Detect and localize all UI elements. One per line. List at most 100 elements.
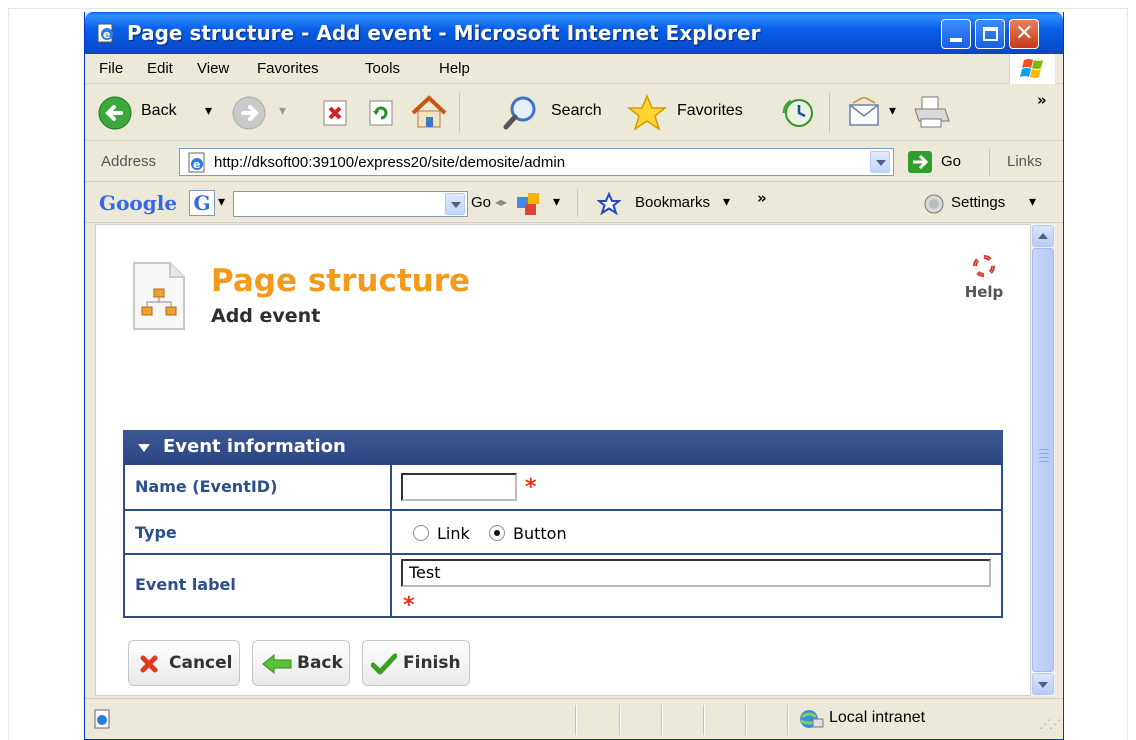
windows-logo-icon bbox=[1009, 54, 1055, 84]
refresh-icon[interactable] bbox=[367, 99, 395, 127]
close-button[interactable]: ✕ bbox=[1009, 19, 1039, 49]
google-go-button[interactable]: Go bbox=[471, 194, 491, 211]
forward-arrow-icon[interactable] bbox=[231, 95, 267, 131]
address-separator bbox=[989, 148, 990, 176]
settings-dropdown-icon[interactable]: ▾ bbox=[1029, 194, 1036, 210]
back-arrow-icon bbox=[262, 653, 292, 675]
favorites-star-icon[interactable] bbox=[627, 93, 667, 133]
menu-view[interactable]: View bbox=[197, 60, 229, 77]
section-title: Event information bbox=[163, 436, 346, 457]
bookmark-star-icon[interactable] bbox=[597, 192, 621, 216]
finish-button[interactable]: Finish bbox=[362, 640, 470, 686]
stop-icon[interactable] bbox=[321, 99, 349, 127]
status-separator bbox=[745, 705, 746, 735]
status-separator bbox=[703, 705, 704, 735]
collapse-arrow-icon[interactable] bbox=[138, 444, 150, 452]
back-arrow-icon[interactable] bbox=[97, 95, 133, 131]
forward-dropdown-icon[interactable]: ▾ bbox=[279, 103, 286, 119]
bookmarks-dropdown-icon[interactable]: ▾ bbox=[723, 194, 730, 210]
cancel-button[interactable]: Cancel bbox=[128, 640, 240, 686]
scroll-up-button[interactable] bbox=[1032, 225, 1054, 247]
menu-edit[interactable]: Edit bbox=[147, 60, 173, 77]
thumb-grip bbox=[1039, 449, 1049, 450]
toolbar-separator-2 bbox=[829, 93, 830, 133]
minimize-button[interactable] bbox=[941, 19, 971, 49]
history-icon[interactable] bbox=[781, 95, 817, 131]
back-button[interactable]: Back bbox=[252, 640, 350, 686]
title-bar[interactable]: e Page structure - Add event - Microsoft… bbox=[85, 12, 1063, 54]
scroll-down-button[interactable] bbox=[1032, 673, 1054, 695]
google-features-dropdown-icon[interactable]: ▾ bbox=[553, 194, 560, 210]
event-label-input[interactable]: Test bbox=[401, 559, 991, 587]
help-button[interactable]: Help bbox=[954, 255, 1014, 301]
back-label[interactable]: Back bbox=[141, 102, 177, 120]
favorites-label[interactable]: Favorites bbox=[677, 102, 743, 120]
search-label[interactable]: Search bbox=[551, 102, 602, 120]
status-separator bbox=[787, 705, 788, 735]
page-title: Page structure bbox=[211, 263, 471, 299]
close-icon: ✕ bbox=[1015, 21, 1034, 46]
search-icon[interactable] bbox=[501, 94, 541, 132]
page-content: Page structure Add event Help Event info… bbox=[95, 224, 1031, 696]
window-title: Page structure - Add event - Microsoft I… bbox=[127, 21, 761, 45]
menu-help[interactable]: Help bbox=[439, 60, 470, 77]
section-header[interactable]: Event information bbox=[123, 430, 1003, 465]
mail-icon[interactable] bbox=[847, 97, 883, 129]
name-input[interactable] bbox=[401, 473, 517, 501]
google-g-icon[interactable]: G bbox=[189, 190, 215, 216]
toolbar-more[interactable]: » bbox=[1037, 91, 1047, 109]
minimize-icon bbox=[950, 38, 962, 42]
maximize-button[interactable] bbox=[975, 19, 1005, 49]
event-label-row: Event label Test * bbox=[123, 553, 1003, 618]
menu-favorites[interactable]: Favorites bbox=[257, 60, 319, 77]
google-search-input[interactable] bbox=[233, 191, 468, 217]
menu-bar: File Edit View Favorites Tools Help bbox=[85, 54, 1063, 84]
print-icon[interactable] bbox=[911, 95, 951, 131]
ie-page-icon: e bbox=[188, 152, 205, 173]
google-search-dropdown-icon[interactable] bbox=[445, 193, 465, 215]
type-link-label[interactable]: Link bbox=[437, 524, 470, 543]
resize-grip-icon[interactable]: ⋰⋰ bbox=[1039, 717, 1061, 731]
name-row: Name (EventID) * bbox=[123, 465, 1003, 509]
scroll-down-icon bbox=[1038, 682, 1048, 688]
thumb-grip bbox=[1039, 453, 1049, 454]
status-separator bbox=[661, 705, 662, 735]
type-link-radio[interactable] bbox=[413, 525, 429, 541]
lifebuoy-icon bbox=[973, 255, 995, 277]
go-button[interactable]: Go bbox=[941, 153, 961, 170]
links-button[interactable]: Links bbox=[1007, 153, 1042, 170]
home-icon[interactable] bbox=[409, 93, 449, 131]
cancel-label: Cancel bbox=[169, 653, 233, 673]
address-bar: Address e http://dksoft00:39100/express2… bbox=[85, 142, 1063, 182]
type-label: Type bbox=[135, 523, 177, 542]
maximize-icon bbox=[983, 27, 998, 41]
standard-toolbar: Back ▾ ▾ Search Favorites ▾ » bbox=[85, 85, 1063, 141]
google-menu-dropdown-icon[interactable]: ▾ bbox=[218, 194, 225, 210]
address-input[interactable]: e http://dksoft00:39100/express20/site/d… bbox=[179, 148, 894, 176]
google-toolbar: Google G ▾ Go ◂▸ ▾ Bookmarks ▾ » Setting… bbox=[85, 183, 1063, 223]
settings-icon[interactable] bbox=[923, 193, 945, 215]
checkmark-icon bbox=[371, 653, 397, 675]
menu-tools[interactable]: Tools bbox=[365, 60, 400, 77]
page-subtitle: Add event bbox=[211, 305, 321, 327]
google-logo-text: Google bbox=[99, 191, 178, 215]
type-button-label[interactable]: Button bbox=[513, 524, 567, 543]
name-label: Name (EventID) bbox=[135, 477, 278, 496]
settings-button[interactable]: Settings bbox=[951, 194, 1005, 211]
go-arrow-icon[interactable] bbox=[907, 150, 933, 174]
event-label-label: Event label bbox=[135, 575, 236, 594]
google-logo[interactable]: Google bbox=[99, 191, 177, 215]
address-label: Address bbox=[101, 153, 157, 170]
status-separator bbox=[619, 705, 620, 735]
scroll-thumb[interactable] bbox=[1032, 248, 1054, 672]
vertical-scrollbar[interactable] bbox=[1031, 224, 1055, 696]
type-button-radio[interactable] bbox=[489, 525, 505, 541]
menu-file[interactable]: File bbox=[99, 60, 123, 77]
google-more[interactable]: » bbox=[757, 189, 767, 207]
google-features-icon[interactable] bbox=[515, 191, 543, 217]
mail-dropdown-icon[interactable]: ▾ bbox=[889, 103, 896, 119]
address-dropdown-icon[interactable] bbox=[870, 151, 890, 173]
status-separator bbox=[575, 705, 576, 735]
bookmarks-button[interactable]: Bookmarks bbox=[635, 194, 710, 211]
back-dropdown-icon[interactable]: ▾ bbox=[205, 103, 212, 119]
